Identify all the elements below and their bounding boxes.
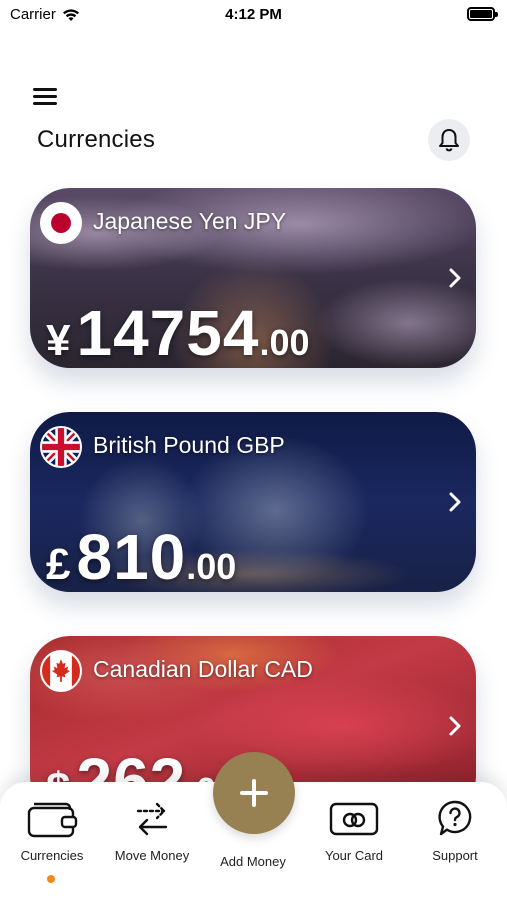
- active-tab-indicator: [47, 875, 55, 883]
- chevron-right-icon: [449, 268, 461, 288]
- app-screen: Carrier 4:12 PM Currencies Japanese Yen …: [0, 0, 507, 900]
- currency-name: Japanese Yen JPY: [93, 208, 287, 234]
- currency-symbol: ¥: [46, 316, 71, 365]
- tab-move-money[interactable]: Move Money: [102, 796, 202, 863]
- credit-card-icon: [329, 802, 379, 836]
- add-money-button[interactable]: [213, 752, 295, 834]
- battery-icon: [467, 7, 498, 21]
- currency-name: Canadian Dollar CAD: [93, 656, 313, 682]
- chevron-right-icon: [449, 492, 461, 512]
- currency-card-jpy[interactable]: Japanese Yen JPY ¥ 14754 .00: [30, 188, 476, 368]
- transfer-arrows-icon: [136, 802, 168, 836]
- status-time: 4:12 PM: [225, 6, 282, 23]
- tab-label: Currencies: [20, 848, 84, 863]
- japan-flag-icon: [40, 202, 82, 244]
- notifications-button[interactable]: [428, 119, 470, 161]
- balance-decimal: .00: [259, 322, 310, 363]
- balance-integer: 14754: [76, 297, 260, 368]
- uk-flag-icon: [40, 426, 82, 468]
- status-bar: Carrier 4:12 PM: [0, 0, 507, 30]
- help-bubble-icon: [438, 800, 472, 836]
- canada-flag-icon: [40, 650, 82, 692]
- plus-icon: [240, 779, 268, 807]
- wallet-icon: [27, 802, 78, 838]
- tab-currencies[interactable]: Currencies: [2, 796, 102, 863]
- tab-support[interactable]: Support: [405, 796, 505, 863]
- tab-label: Add Money: [220, 854, 286, 869]
- tab-your-card[interactable]: Your Card: [304, 796, 404, 863]
- currency-name: British Pound GBP: [93, 432, 285, 458]
- currency-symbol: £: [46, 540, 71, 589]
- currency-card-gbp[interactable]: British Pound GBP £ 810 .00: [30, 412, 476, 592]
- hamburger-menu-button[interactable]: [33, 88, 57, 108]
- tab-label: Your Card: [324, 848, 384, 863]
- page-title: Currencies: [37, 126, 156, 153]
- balance-integer: 810: [76, 521, 187, 592]
- chevron-right-icon: [449, 716, 461, 736]
- balance-decimal: .00: [186, 546, 237, 587]
- tab-label: Support: [432, 848, 478, 863]
- currency-balance: £ 810 .00: [46, 520, 236, 592]
- tab-label: Move Money: [114, 848, 190, 863]
- currency-balance: ¥ 14754 .00: [46, 296, 310, 368]
- bell-icon: [439, 129, 459, 152]
